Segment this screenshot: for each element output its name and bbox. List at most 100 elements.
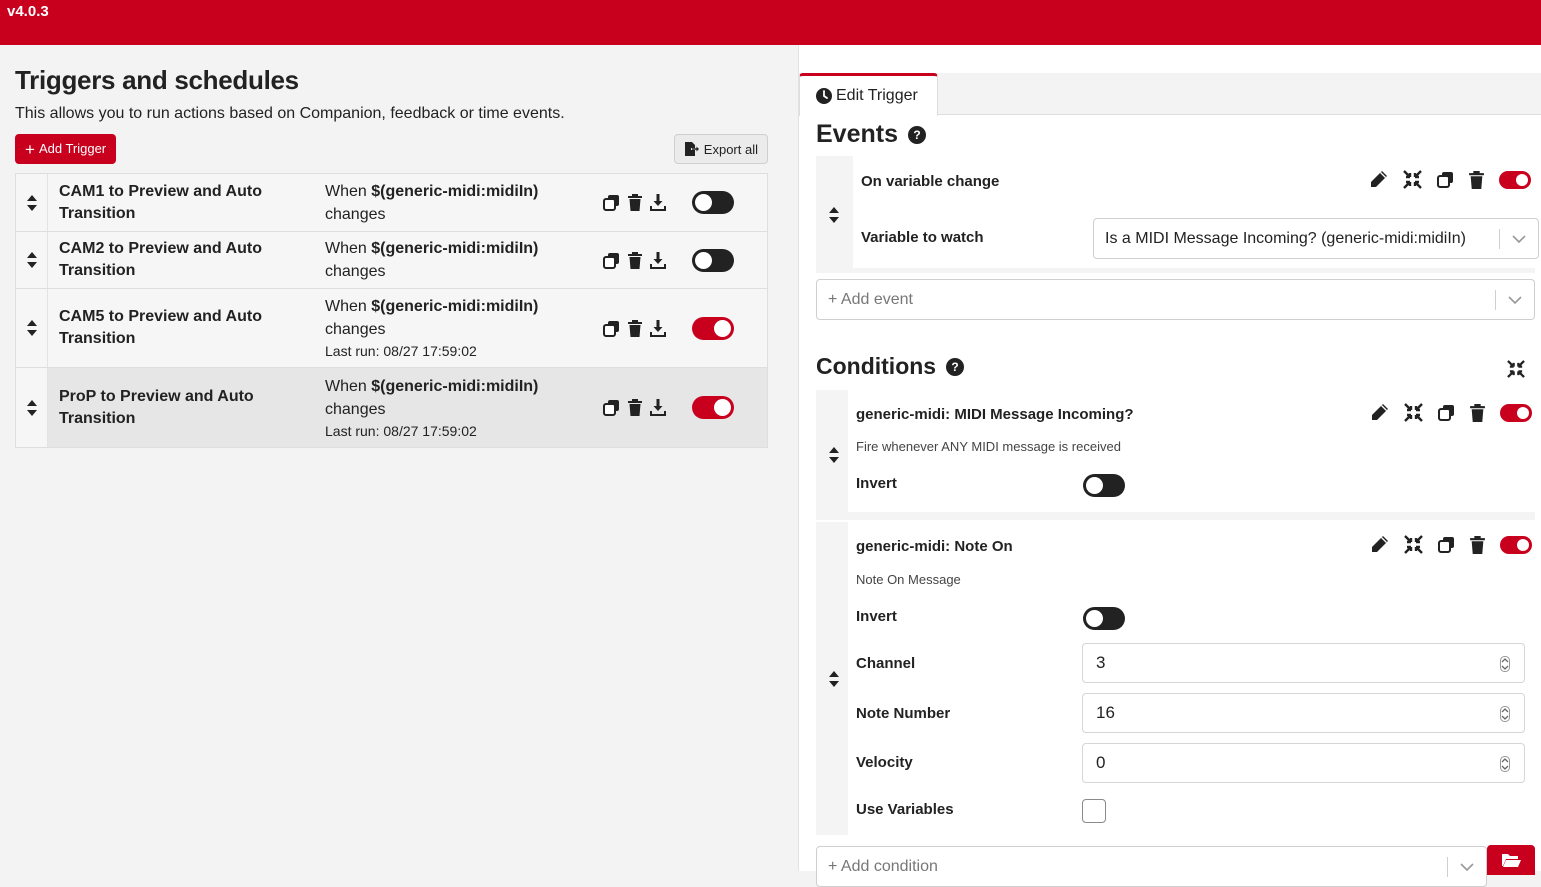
page-description: This allows you to run actions based on …	[15, 105, 565, 122]
variable-to-watch-label: Variable to watch	[861, 229, 984, 246]
export-all-label: Export all	[703, 141, 758, 157]
trigger-when: When $(generic-midi:midiIn) changes Last…	[325, 375, 603, 441]
note-number-label: Note Number	[856, 705, 951, 722]
collapse-icon[interactable]	[1403, 170, 1422, 189]
trigger-name-line: CAM2 to Preview and Auto	[59, 240, 262, 257]
help-icon[interactable]: ?	[946, 357, 965, 376]
when-variable: $(generic-midi:midiIn)	[371, 240, 539, 257]
add-event-select[interactable]: + Add event	[816, 279, 1535, 320]
download-icon[interactable]	[650, 319, 666, 337]
download-icon[interactable]	[650, 251, 666, 269]
trash-icon[interactable]	[1469, 170, 1484, 189]
use-variables-checkbox[interactable]	[1082, 799, 1106, 823]
velocity-value: 0	[1096, 753, 1106, 772]
trigger-row[interactable]: CAM5 to Preview and Auto Transition When…	[16, 288, 767, 367]
condition-enabled-toggle[interactable]	[1500, 403, 1532, 422]
events-title: Events ?	[816, 120, 926, 149]
conditions-title-text: Conditions	[816, 353, 937, 379]
trash-icon[interactable]	[628, 194, 642, 211]
condition-body: generic-midi: MIDI Message Incoming? Fir…	[848, 390, 1535, 512]
drag-handle[interactable]	[16, 174, 48, 231]
export-all-button[interactable]: Export all	[673, 134, 768, 164]
copy-icon[interactable]	[1438, 404, 1455, 421]
sort-icon	[26, 320, 37, 336]
page-title: Triggers and schedules	[15, 65, 299, 95]
event-item: On variable change Variable to watch Is …	[816, 156, 1539, 273]
event-actions	[1369, 170, 1531, 189]
trash-icon[interactable]	[1470, 535, 1485, 554]
event-name: On variable change	[861, 173, 1000, 190]
tab-label: Edit Trigger	[836, 87, 918, 104]
condition-actions	[1370, 535, 1532, 554]
top-bar: v4.0.3	[0, 0, 1541, 45]
sort-icon	[26, 252, 37, 268]
spin-icon[interactable]	[1500, 706, 1510, 722]
velocity-input[interactable]: 0	[1082, 743, 1525, 783]
drag-handle[interactable]	[16, 232, 48, 288]
trash-icon[interactable]	[628, 319, 642, 337]
spin-icon[interactable]	[1500, 756, 1510, 772]
copy-icon[interactable]	[1438, 536, 1455, 553]
add-trigger-button[interactable]: + Add Trigger	[15, 134, 117, 164]
condition-enabled-toggle[interactable]	[1500, 535, 1532, 554]
drag-handle[interactable]	[16, 289, 48, 367]
condition-name: generic-midi: MIDI Message Incoming?	[856, 406, 1134, 423]
trigger-enabled-toggle[interactable]	[692, 248, 734, 272]
download-icon[interactable]	[650, 399, 666, 416]
trigger-row[interactable]: CAM2 to Preview and Auto Transition When…	[16, 231, 767, 288]
last-run: Last run: 08/27 17:59:02	[325, 343, 477, 359]
pencil-icon[interactable]	[1369, 170, 1388, 189]
condition-item: generic-midi: MIDI Message Incoming? Fir…	[816, 390, 1535, 520]
collapse-icon[interactable]	[1404, 535, 1423, 554]
sort-icon	[829, 670, 839, 687]
invert-toggle[interactable]	[1083, 474, 1125, 497]
when-prefix: When	[325, 182, 372, 200]
spin-icon[interactable]	[1500, 656, 1510, 672]
trigger-row[interactable]: ProP to Preview and Auto Transition When…	[16, 367, 767, 447]
trigger-name-line: ProP to Preview and Auto	[59, 387, 254, 405]
chevron-down-icon	[1448, 862, 1486, 871]
drag-handle[interactable]	[816, 390, 852, 520]
drag-handle[interactable]	[16, 368, 48, 447]
trigger-when: When $(generic-midi:midiIn) changes	[325, 180, 603, 226]
add-condition-label: + Add condition	[828, 857, 938, 875]
collapse-icon[interactable]	[1404, 403, 1423, 422]
trigger-row[interactable]: CAM1 to Preview and Auto Transition When…	[16, 174, 767, 231]
pencil-icon[interactable]	[1370, 535, 1389, 554]
copy-icon[interactable]	[603, 320, 620, 337]
when-variable: $(generic-midi:midiIn)	[371, 298, 539, 315]
copy-icon[interactable]	[1437, 171, 1454, 188]
collapse-all-icon[interactable]	[1507, 360, 1525, 378]
variable-select[interactable]: Is a MIDI Message Incoming? (generic-mid…	[1093, 218, 1539, 259]
note-number-input[interactable]: 16	[1082, 693, 1525, 733]
help-icon[interactable]: ?	[907, 125, 926, 144]
condition-description: Note On Message	[856, 572, 961, 587]
folder-open-icon	[1502, 854, 1521, 867]
when-suffix: changes	[325, 263, 386, 280]
when-variable: $(generic-midi:midiIn)	[371, 377, 539, 395]
trigger-enabled-toggle[interactable]	[692, 316, 734, 340]
trigger-name-line: Transition	[59, 262, 136, 279]
drag-handle[interactable]	[816, 522, 852, 835]
drag-handle[interactable]	[816, 156, 852, 273]
event-enabled-toggle[interactable]	[1499, 170, 1531, 189]
tab-bar: Edit Trigger	[799, 73, 1541, 116]
trigger-enabled-toggle[interactable]	[692, 396, 734, 419]
event-body: On variable change Variable to watch Is …	[853, 156, 1539, 268]
tab-edit-trigger[interactable]: Edit Trigger	[799, 73, 938, 116]
copy-icon[interactable]	[603, 399, 620, 416]
download-icon[interactable]	[650, 194, 666, 211]
trash-icon[interactable]	[628, 399, 642, 416]
trash-icon[interactable]	[628, 251, 642, 269]
add-trigger-label: Add Trigger	[38, 141, 107, 156]
invert-toggle[interactable]	[1083, 607, 1125, 630]
trash-icon[interactable]	[1470, 403, 1485, 422]
trigger-enabled-toggle[interactable]	[692, 191, 734, 214]
copy-icon[interactable]	[603, 194, 620, 211]
trigger-actions	[603, 251, 688, 269]
trigger-name: CAM1 to Preview and Auto Transition	[48, 181, 325, 225]
copy-icon[interactable]	[603, 252, 620, 269]
pencil-icon[interactable]	[1370, 403, 1389, 422]
channel-input[interactable]: 3	[1082, 643, 1525, 683]
add-condition-select[interactable]: + Add condition	[816, 846, 1487, 887]
